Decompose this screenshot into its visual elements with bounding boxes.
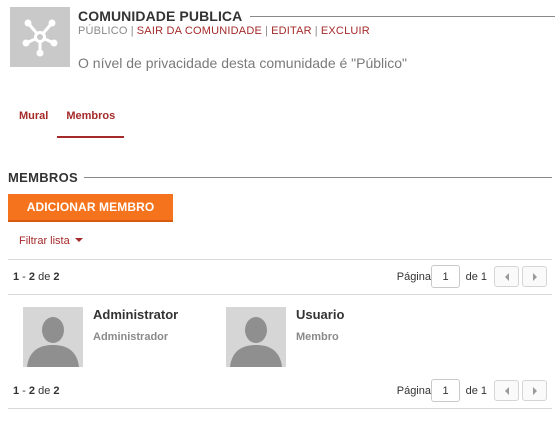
divider — [8, 408, 552, 409]
divider — [8, 294, 552, 295]
leave-community-link[interactable]: SAIR DA COMUNIDADE — [137, 25, 262, 37]
avatar[interactable] — [23, 307, 83, 367]
filter-list-label: Filtrar lista — [19, 235, 70, 247]
community-title-row: COMUNIDADE PUBLICA — [78, 8, 555, 24]
title-divider — [250, 16, 555, 17]
divider — [8, 259, 552, 260]
tabs-bar: Mural Membros — [10, 102, 125, 138]
chevron-left-icon — [505, 273, 509, 281]
pagination-bottom: 1 - 2 de 2 Página de 1 — [8, 379, 552, 403]
user-silhouette-icon — [27, 317, 79, 367]
member-role: Administrador — [93, 331, 169, 343]
prev-page-button[interactable] — [494, 266, 519, 287]
member-name[interactable]: Usuario — [296, 307, 344, 322]
result-range: 1 - 2 de 2 — [13, 385, 60, 397]
tab-mural[interactable]: Mural — [10, 102, 57, 138]
pagination-top: 1 - 2 de 2 Página de 1 — [8, 265, 552, 289]
section-divider — [84, 177, 552, 178]
page-total: de 1 — [465, 385, 487, 397]
caret-down-icon — [74, 238, 83, 242]
privacy-text: O nível de privacidade desta comunidade … — [78, 55, 408, 71]
add-member-button[interactable]: Adicionar membro — [8, 194, 173, 222]
next-page-button[interactable] — [522, 266, 547, 287]
separator: | — [130, 25, 134, 37]
page-label: Página — [396, 271, 431, 283]
edit-link[interactable]: EDITAR — [271, 25, 312, 37]
page-label: Página — [396, 385, 431, 397]
filter-list-dropdown[interactable]: Filtrar lista — [19, 235, 83, 247]
page-number-input[interactable] — [431, 265, 460, 288]
network-icon — [22, 19, 58, 57]
result-range: 1 - 2 de 2 — [13, 271, 60, 283]
next-page-button[interactable] — [522, 380, 547, 401]
chevron-right-icon — [533, 273, 537, 281]
member-card: Usuario Membro — [226, 307, 406, 369]
user-silhouette-icon — [230, 317, 282, 367]
member-card: Administrator Administrador — [23, 307, 203, 369]
member-role: Membro — [296, 331, 339, 343]
separator: | — [314, 25, 318, 37]
chevron-left-icon — [505, 387, 509, 395]
members-section-header: MEMBROS — [8, 168, 552, 186]
community-actions: PÚBLICO | SAIR DA COMUNIDADE | EDITAR | EXCLUI… — [78, 25, 370, 37]
tab-membros[interactable]: Membros — [57, 102, 125, 138]
chevron-right-icon — [533, 387, 537, 395]
member-name[interactable]: Administrator — [93, 307, 178, 322]
page-number-input[interactable] — [431, 379, 460, 402]
community-header: COMUNIDADE PUBLICA PÚBLICO | SAIR DA COMUN… — [10, 7, 555, 71]
separator: | — [265, 25, 269, 37]
section-title: MEMBROS — [8, 169, 78, 185]
page-total: de 1 — [465, 271, 487, 283]
prev-page-button[interactable] — [494, 380, 519, 401]
avatar[interactable] — [226, 307, 286, 367]
community-title: COMUNIDADE PUBLICA — [78, 8, 243, 24]
delete-link[interactable]: EXCLUIR — [321, 25, 370, 37]
community-avatar — [10, 7, 70, 67]
visibility-label: PÚBLICO — [78, 25, 128, 37]
